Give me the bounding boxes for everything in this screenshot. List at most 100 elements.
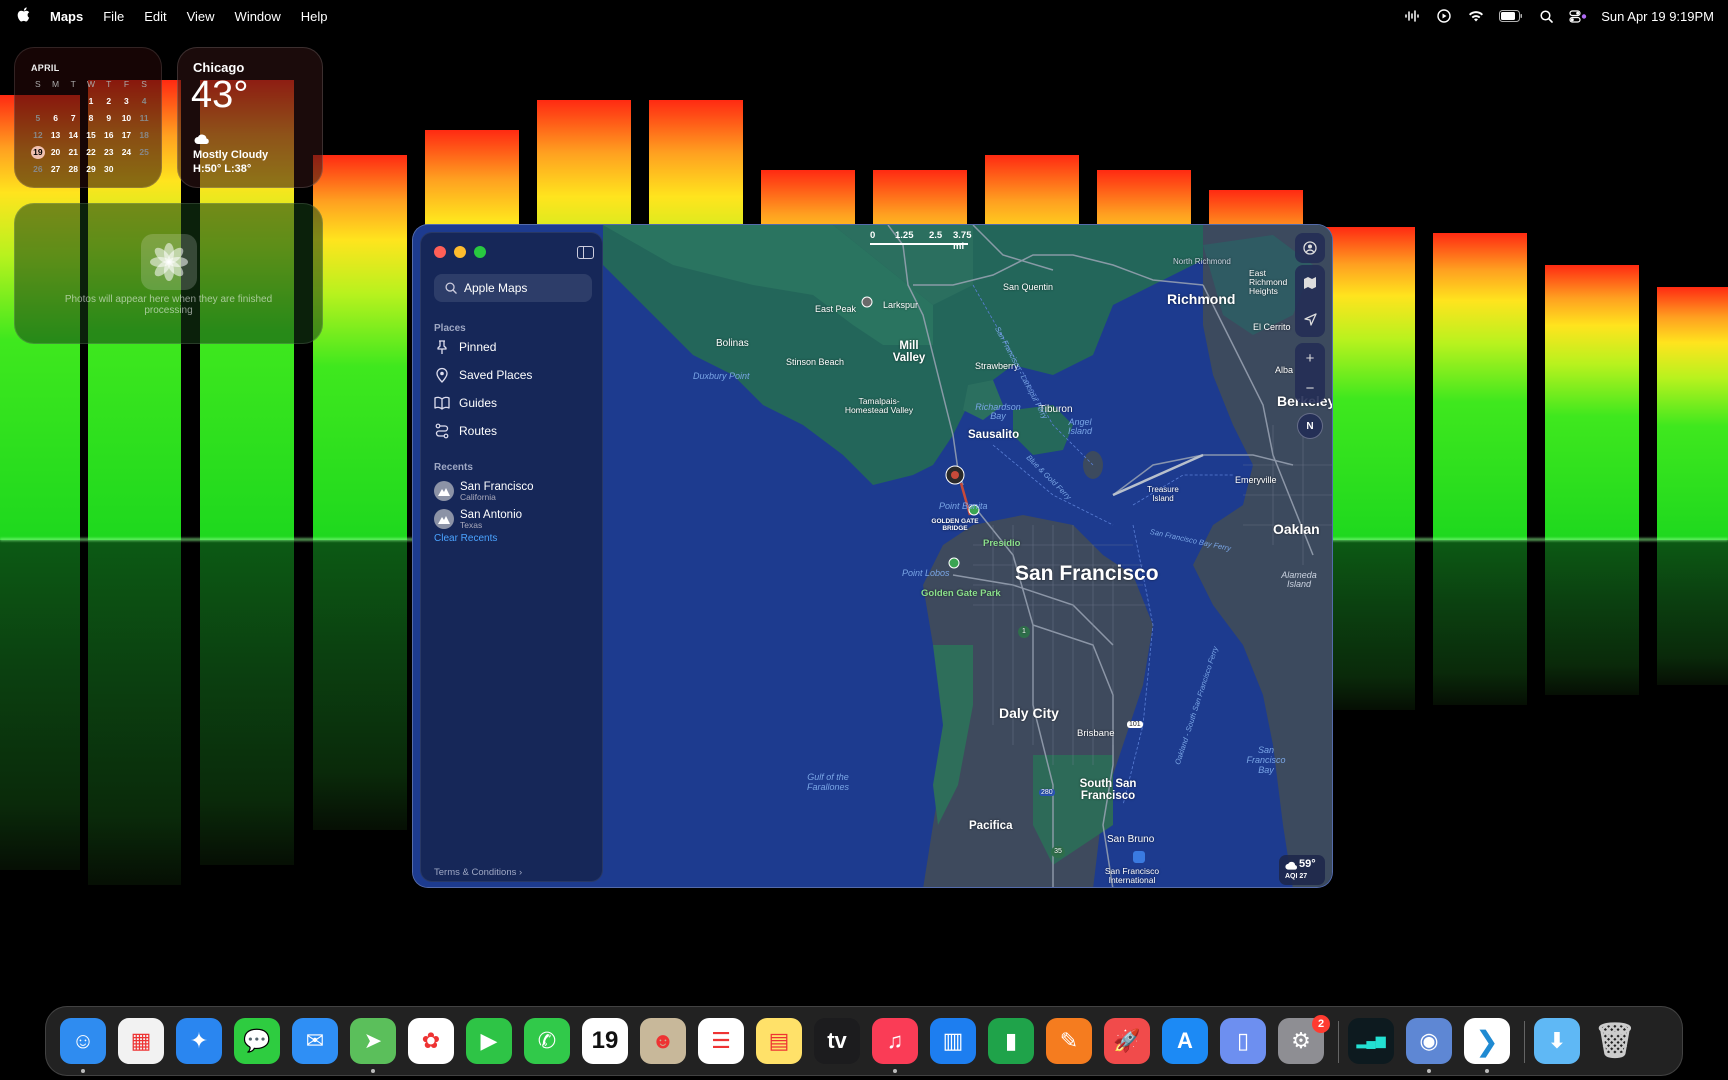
map-label-east-richmond-heights[interactable]: East Richmond Heights [1249,269,1301,296]
map-label-golden-gate-bridge[interactable]: GOLDEN GATE BRIDGE [925,518,985,532]
battery-icon[interactable] [1499,9,1523,23]
rocket-icon[interactable]: 🚀 [1104,1018,1150,1064]
map-label-san-francisco[interactable]: San Francisco [1015,562,1159,586]
map-label-oakland[interactable]: Oaklan [1273,521,1320,537]
map-label-south-san-francisco[interactable]: South San Francisco [1073,778,1143,802]
map-label-richmond[interactable]: Richmond [1167,291,1235,307]
weather-high-low: H:50° L:38° [193,163,252,175]
menu-view[interactable]: View [187,9,215,24]
app-store-icon[interactable]: A [1162,1018,1208,1064]
launchpad-icon[interactable]: ▦ [118,1018,164,1064]
sidebar-item-pinned[interactable]: Pinned [434,336,594,358]
account-button[interactable] [1295,233,1325,263]
trash-icon[interactable]: 🗑 [1592,1018,1638,1064]
keynote-icon[interactable]: ▥ [930,1018,976,1064]
menu-edit[interactable]: Edit [144,9,166,24]
location-button[interactable] [1295,301,1325,337]
map-label-mill-valley[interactable]: Mill Valley [891,340,927,364]
zoom-out-button[interactable]: − [1295,373,1325,403]
map-label-alameda[interactable]: Alameda Island [1271,571,1327,589]
map-label-sfo[interactable]: San Francisco International [1101,867,1163,885]
weather-widget[interactable]: Chicago 43° Mostly Cloudy H:50° L:38° [177,47,323,188]
map-label-north-richmond[interactable]: North Richmond [1173,257,1231,266]
sidebar-item-guides[interactable]: Guides [434,392,594,414]
control-center-icon[interactable] [1569,9,1587,23]
map-label-presidio[interactable]: Presidio [983,538,1021,549]
map-label-treasure-island[interactable]: Treasure Island [1141,485,1185,503]
messages-icon[interactable]: 💬 [234,1018,280,1064]
disk-icon[interactable]: ◉ [1406,1018,1452,1064]
map-label-tamalpais[interactable]: Tamalpais-Homestead Valley [839,397,919,415]
map-mode-button[interactable] [1295,265,1325,301]
map-label-albany[interactable]: Alba [1275,365,1293,375]
sidebar-toggle-icon[interactable] [577,246,594,259]
pages-icon[interactable]: ✎ [1046,1018,1092,1064]
photos-widget[interactable]: Photos will appear here when they are fi… [14,203,323,344]
photos-widget-message: Photos will appear here when they are fi… [64,294,273,316]
spotlight-search-icon[interactable] [1537,9,1555,23]
menu-clock[interactable]: Sun Apr 19 9:19PM [1601,9,1714,24]
calendar-widget[interactable]: APRIL S M T W T F S 1 2 3 4 5 6 7 8 9 10 11 12 13 14 15 16 17 18… [14,47,162,188]
map-label-brisbane[interactable]: Brisbane [1077,728,1115,739]
photos-icon[interactable]: ✿ [408,1018,454,1064]
map-label-bolinas[interactable]: Bolinas [716,338,749,349]
map-label-golden-gate-park[interactable]: Golden Gate Park [921,588,1001,599]
calendar-weekday-header: W [86,79,95,89]
map-label-east-peak[interactable]: East Peak [815,304,856,314]
maps-window[interactable]: North Richmond East Richmond Heights Ric… [412,224,1333,888]
map-label-san-bruno[interactable]: San Bruno [1107,834,1154,845]
calendar-icon[interactable]: 19 [582,1018,628,1064]
terms-and-conditions-link[interactable]: Terms & Conditions › [434,867,522,878]
map-label-emeryville[interactable]: Emeryville [1235,475,1277,485]
vscode-icon[interactable]: ❯ [1464,1018,1510,1064]
maps-icon[interactable]: ➤ [350,1018,396,1064]
map-label-pacifica[interactable]: Pacifica [969,820,1012,832]
now-playing-icon[interactable] [1435,9,1453,23]
menu-app-name[interactable]: Maps [50,9,83,24]
menu-window[interactable]: Window [235,9,281,24]
zoom-in-button[interactable]: + [1295,343,1325,373]
search-field[interactable] [434,274,592,302]
calendar-weekday-header: T [106,79,112,89]
cloud-icon [1285,861,1298,870]
tv-icon[interactable]: tv [814,1018,860,1064]
finder-icon[interactable]: ☺ [60,1018,106,1064]
recent-item-san-francisco[interactable]: San Francisco California [434,478,594,504]
zoom-controls: + − [1295,343,1325,403]
visualizer-icon[interactable]: ▂▄▆ [1348,1018,1394,1064]
iphone-mirroring-icon[interactable]: ▯ [1220,1018,1266,1064]
map-weather-chip[interactable]: 59° AQI 27 [1279,855,1325,885]
map-label-larkspur[interactable]: Larkspur [883,300,918,310]
search-input[interactable] [464,281,584,295]
map-label-san-quentin[interactable]: San Quentin [1003,282,1053,292]
notes-icon[interactable]: ▤ [756,1018,802,1064]
window-close-button[interactable] [434,246,446,258]
wifi-icon[interactable] [1467,9,1485,23]
clear-recents-link[interactable]: Clear Recents [434,533,497,544]
compass-button[interactable]: N [1297,413,1323,439]
downloads-folder-icon[interactable]: ⬇ [1534,1018,1580,1064]
menu-file[interactable]: File [103,9,124,24]
menu-help[interactable]: Help [301,9,328,24]
audio-waveform-icon[interactable] [1403,9,1421,23]
mail-icon[interactable]: ✉ [292,1018,338,1064]
reminders-icon[interactable]: ☰ [698,1018,744,1064]
map-label-daly-city[interactable]: Daly City [999,705,1059,721]
map-label-el-cerrito[interactable]: El Cerrito [1253,322,1291,332]
apple-menu-icon[interactable] [17,7,30,25]
phone-icon[interactable]: ✆ [524,1018,570,1064]
safari-icon[interactable]: ✦ [176,1018,222,1064]
window-minimize-button[interactable] [454,246,466,258]
numbers-icon[interactable]: ▮ [988,1018,1034,1064]
facetime-icon[interactable]: ▶ [466,1018,512,1064]
map-label-stinson-beach[interactable]: Stinson Beach [786,357,844,367]
wallpaper-bar-reflection [1433,540,1527,705]
recent-item-san-antonio[interactable]: San Antonio Texas [434,506,594,532]
contacts-icon[interactable]: ☻ [640,1018,686,1064]
window-zoom-button[interactable] [474,246,486,258]
music-icon[interactable]: ♫ [872,1018,918,1064]
map-label-sausalito[interactable]: Sausalito [968,429,1019,441]
sidebar-item-routes[interactable]: Routes [434,420,594,442]
wallpaper-bar-reflection [1657,540,1728,685]
sidebar-item-saved-places[interactable]: Saved Places [434,364,594,386]
